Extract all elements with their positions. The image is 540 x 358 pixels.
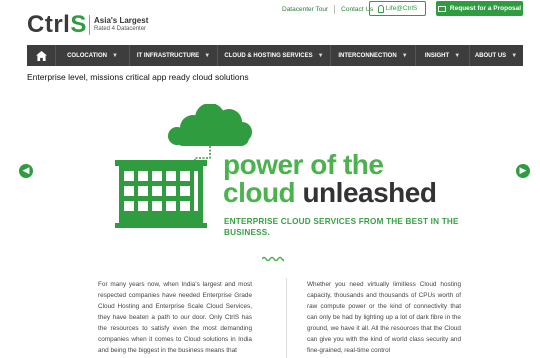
chevron-down-icon: ▼: [454, 52, 461, 59]
nav-label: INSIGHT: [424, 52, 450, 59]
logo-tagline: Asia's Largest: [94, 16, 149, 25]
intro-text-right: Whether you need virtually limitless Clo…: [307, 281, 461, 354]
nav-item-interconnection[interactable]: INTERCONNECTION ▼: [331, 45, 416, 66]
chevron-down-icon: ▼: [317, 52, 324, 59]
column-divider: [286, 278, 287, 358]
logo-subtagline: Rated 4 Datacenter: [94, 26, 147, 32]
request-proposal-button[interactable]: Request for a Proposal: [436, 1, 523, 16]
chevron-down-icon: ▼: [401, 52, 408, 59]
hero-tagline: ENTERPRISE CLOUD SERVICES FROM THE BEST …: [224, 217, 459, 237]
nav-item-cloud-hosting[interactable]: CLOUD & HOSTING SERVICES ▼: [218, 45, 331, 66]
request-proposal-label: Request for a Proposal: [449, 5, 522, 12]
carousel-prev-button[interactable]: ◀: [19, 164, 33, 178]
hero-title-line2: cloud unleashed: [223, 177, 437, 208]
chevron-left-icon: ◀: [22, 166, 30, 176]
chevron-down-icon: ▼: [111, 52, 118, 59]
main-nav: COLOCATION ▼ IT INFRASTRUCTURE ▼ CLOUD & H…: [27, 45, 523, 66]
intro-text-left: For many years now, when India's largest…: [98, 281, 252, 354]
top-links: Datacenter Tour Contact Us: [276, 2, 379, 17]
building-icon: [115, 160, 207, 228]
chevron-down-icon: ▼: [204, 52, 211, 59]
nav-label: ABOUT US: [474, 52, 507, 59]
mail-icon: [437, 5, 446, 12]
nav-item-insight[interactable]: INSIGHT ▼: [416, 45, 470, 66]
life-at-ctrls-label: Life@CtrlS: [385, 5, 418, 12]
logo-divider: [89, 15, 90, 35]
home-button[interactable]: [27, 45, 56, 66]
logo-wordmark: CtrlS: [27, 11, 87, 38]
nav-item-it-infrastructure[interactable]: IT INFRASTRUCTURE ▼: [130, 45, 218, 66]
life-at-ctrls-button[interactable]: Life@CtrlS: [369, 1, 426, 16]
chevron-right-icon: ▶: [519, 166, 527, 176]
nav-label: CLOUD & HOSTING SERVICES: [224, 52, 313, 59]
datacenter-tour-link[interactable]: Datacenter Tour: [276, 6, 334, 13]
nav-label: COLOCATION: [67, 52, 107, 59]
nav-item-about-us[interactable]: ABOUT US ▼: [470, 45, 522, 66]
chevron-down-icon: ▼: [511, 52, 518, 59]
ctrls-logo[interactable]: CtrlS Asia's Largest Rated 4 Datacenter: [27, 12, 157, 38]
life-icon: [377, 4, 384, 13]
hero-title-unleashed: unleashed: [302, 177, 437, 208]
nav-label: IT INFRASTRUCTURE: [136, 52, 200, 59]
page: CtrlS Asia's Largest Rated 4 Datacenter …: [0, 0, 540, 358]
cloud-icon: [168, 104, 252, 146]
hero-title-cloud: cloud: [223, 177, 296, 208]
home-icon: [35, 50, 47, 61]
hero-title-line1: power of the: [223, 149, 384, 180]
wave-divider-icon: [262, 256, 284, 262]
nav-label: INTERCONNECTION: [338, 52, 397, 59]
page-headline: Enterprise level, missions critical app …: [27, 72, 249, 82]
carousel-next-button[interactable]: ▶: [516, 164, 530, 178]
nav-item-colocation[interactable]: COLOCATION ▼: [56, 45, 130, 66]
